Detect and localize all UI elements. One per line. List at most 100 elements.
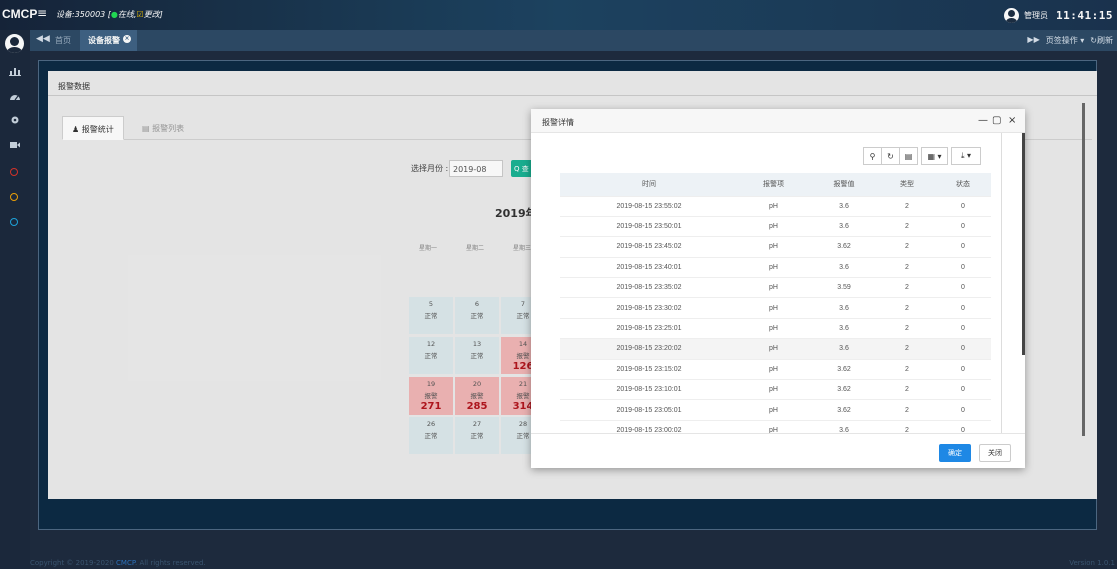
cell-time: 2019-08-15 23:55:02 (560, 195, 738, 217)
cell-time: 2019-08-15 23:10:01 (560, 379, 738, 400)
cell-status: 0 (935, 338, 991, 360)
cell-time: 2019-08-15 23:25:01 (560, 317, 738, 339)
cell-item: pH (738, 338, 809, 360)
cell-status: 0 (935, 419, 991, 433)
modal-title: 报警详情 (542, 118, 574, 127)
cell-time: 2019-08-15 23:05:01 (560, 399, 738, 421)
page-scrollbar[interactable] (1082, 103, 1085, 436)
page-footer: Copyright © 2019-2020 CMCP. All rights r… (30, 557, 1117, 569)
modal-scroll-track (1001, 133, 1002, 433)
cell-value: 3.6 (809, 419, 879, 433)
cell-value: 3.6 (809, 215, 879, 237)
cell-value: 3.62 (809, 358, 879, 380)
columns-icon[interactable]: ▦ ▾ (921, 147, 948, 165)
cell-item: pH (738, 236, 809, 258)
copyright-link[interactable]: CMCP (116, 559, 135, 567)
cell-item: pH (738, 419, 809, 433)
modal-body: ⚲ ↻ ▤ ▦ ▾ ⤓ ▾ 时间 报警项 报警值 类型 状态 2019-08-1… (531, 133, 1025, 433)
cell-type: 2 (879, 358, 935, 380)
cell-value: 3.6 (809, 338, 879, 360)
table-row[interactable]: 2019-08-15 23:40:01 pH 3.6 2 0 (560, 256, 991, 278)
cell-status: 0 (935, 277, 991, 298)
cell-time: 2019-08-15 23:50:01 (560, 215, 738, 237)
cell-item: pH (738, 358, 809, 380)
table-row[interactable]: 2019-08-15 23:05:01 pH 3.62 2 0 (560, 399, 991, 421)
col-item[interactable]: 报警项 (738, 173, 809, 196)
col-time[interactable]: 时间 (560, 173, 738, 196)
cell-type: 2 (879, 277, 935, 298)
cell-time: 2019-08-15 23:45:02 (560, 236, 738, 258)
table-row[interactable]: 2019-08-15 23:00:02 pH 3.6 2 0 (560, 419, 991, 433)
cell-value: 3.6 (809, 256, 879, 278)
col-status[interactable]: 状态 (935, 173, 991, 196)
table-row[interactable]: 2019-08-15 23:35:02 pH 3.59 2 0 (560, 277, 991, 298)
cell-item: pH (738, 256, 809, 278)
cell-status: 0 (935, 317, 991, 339)
copyright: Copyright © 2019-2020 CMCP. All rights r… (30, 559, 206, 567)
modal-scroll-thumb[interactable] (1022, 133, 1025, 355)
cell-item: pH (738, 215, 809, 237)
close-icon[interactable]: × (1008, 115, 1016, 126)
alarm-detail-modal: 报警详情 — ▢ × ⚲ ↻ ▤ ▦ ▾ ⤓ ▾ 时间 报警项 报警值 类型 状… (531, 109, 1025, 468)
cell-value: 3.62 (809, 379, 879, 400)
cell-value: 3.59 (809, 277, 879, 298)
cell-item: pH (738, 399, 809, 421)
table-row[interactable]: 2019-08-15 23:25:01 pH 3.6 2 0 (560, 317, 991, 339)
cell-item: pH (738, 379, 809, 400)
alarm-table: 时间 报警项 报警值 类型 状态 2019-08-15 23:55:02 pH 3.… (560, 173, 991, 433)
cell-item: pH (738, 297, 809, 319)
cell-type: 2 (879, 215, 935, 237)
table-row[interactable]: 2019-08-15 23:30:02 pH 3.6 2 0 (560, 297, 991, 319)
cell-status: 0 (935, 297, 991, 319)
copyright-prefix: Copyright © 2019-2020 (30, 559, 117, 567)
table-header-row: 时间 报警项 报警值 类型 状态 (560, 173, 991, 196)
col-value[interactable]: 报警值 (809, 173, 879, 196)
col-type[interactable]: 类型 (879, 173, 935, 196)
cell-time: 2019-08-15 23:30:02 (560, 297, 738, 319)
cell-time: 2019-08-15 23:00:02 (560, 419, 738, 433)
cell-value: 3.62 (809, 399, 879, 421)
toggle-view-icon[interactable]: ▤ (899, 147, 918, 165)
cell-item: pH (738, 277, 809, 298)
cell-value: 3.6 (809, 317, 879, 339)
cell-type: 2 (879, 195, 935, 217)
cell-type: 2 (879, 297, 935, 319)
close-button[interactable]: 关闭 (979, 444, 1011, 462)
modal-footer: 确定 关闭 (531, 433, 1025, 468)
table-row[interactable]: 2019-08-15 23:45:02 pH 3.62 2 0 (560, 236, 991, 258)
cell-status: 0 (935, 358, 991, 380)
cell-type: 2 (879, 338, 935, 360)
cell-time: 2019-08-15 23:20:02 (560, 338, 738, 360)
cell-status: 0 (935, 399, 991, 421)
cell-time: 2019-08-15 23:40:01 (560, 256, 738, 278)
refresh-icon[interactable]: ↻ (881, 147, 900, 165)
cell-type: 2 (879, 256, 935, 278)
table-row[interactable]: 2019-08-15 23:55:02 pH 3.6 2 0 (560, 195, 991, 217)
cell-type: 2 (879, 317, 935, 339)
table-row[interactable]: 2019-08-15 23:50:01 pH 3.6 2 0 (560, 215, 991, 237)
table-row[interactable]: 2019-08-15 23:20:02 pH 3.6 2 0 (560, 338, 991, 360)
confirm-button[interactable]: 确定 (939, 444, 971, 462)
cell-item: pH (738, 317, 809, 339)
export-icon[interactable]: ⤓ ▾ (951, 147, 981, 165)
cell-type: 2 (879, 379, 935, 400)
version: Version 1.0.1 (1069, 559, 1115, 567)
cell-value: 3.6 (809, 297, 879, 319)
cell-time: 2019-08-15 23:15:02 (560, 358, 738, 380)
cell-type: 2 (879, 236, 935, 258)
cell-value: 3.6 (809, 195, 879, 217)
copyright-suffix: . All rights reserved. (135, 559, 206, 567)
modal-scrollbar[interactable] (1001, 133, 1025, 433)
modal-header: 报警详情 — ▢ × (531, 109, 1025, 133)
cell-item: pH (738, 195, 809, 217)
search-icon[interactable]: ⚲ (863, 147, 882, 165)
maximize-icon[interactable]: ▢ (992, 115, 1001, 126)
table-row[interactable]: 2019-08-15 23:15:02 pH 3.62 2 0 (560, 358, 991, 380)
table-row[interactable]: 2019-08-15 23:10:01 pH 3.62 2 0 (560, 379, 991, 400)
cell-status: 0 (935, 195, 991, 217)
cell-type: 2 (879, 419, 935, 433)
cell-status: 0 (935, 215, 991, 237)
cell-status: 0 (935, 256, 991, 278)
cell-status: 0 (935, 379, 991, 400)
minimize-icon[interactable]: — (978, 115, 988, 126)
